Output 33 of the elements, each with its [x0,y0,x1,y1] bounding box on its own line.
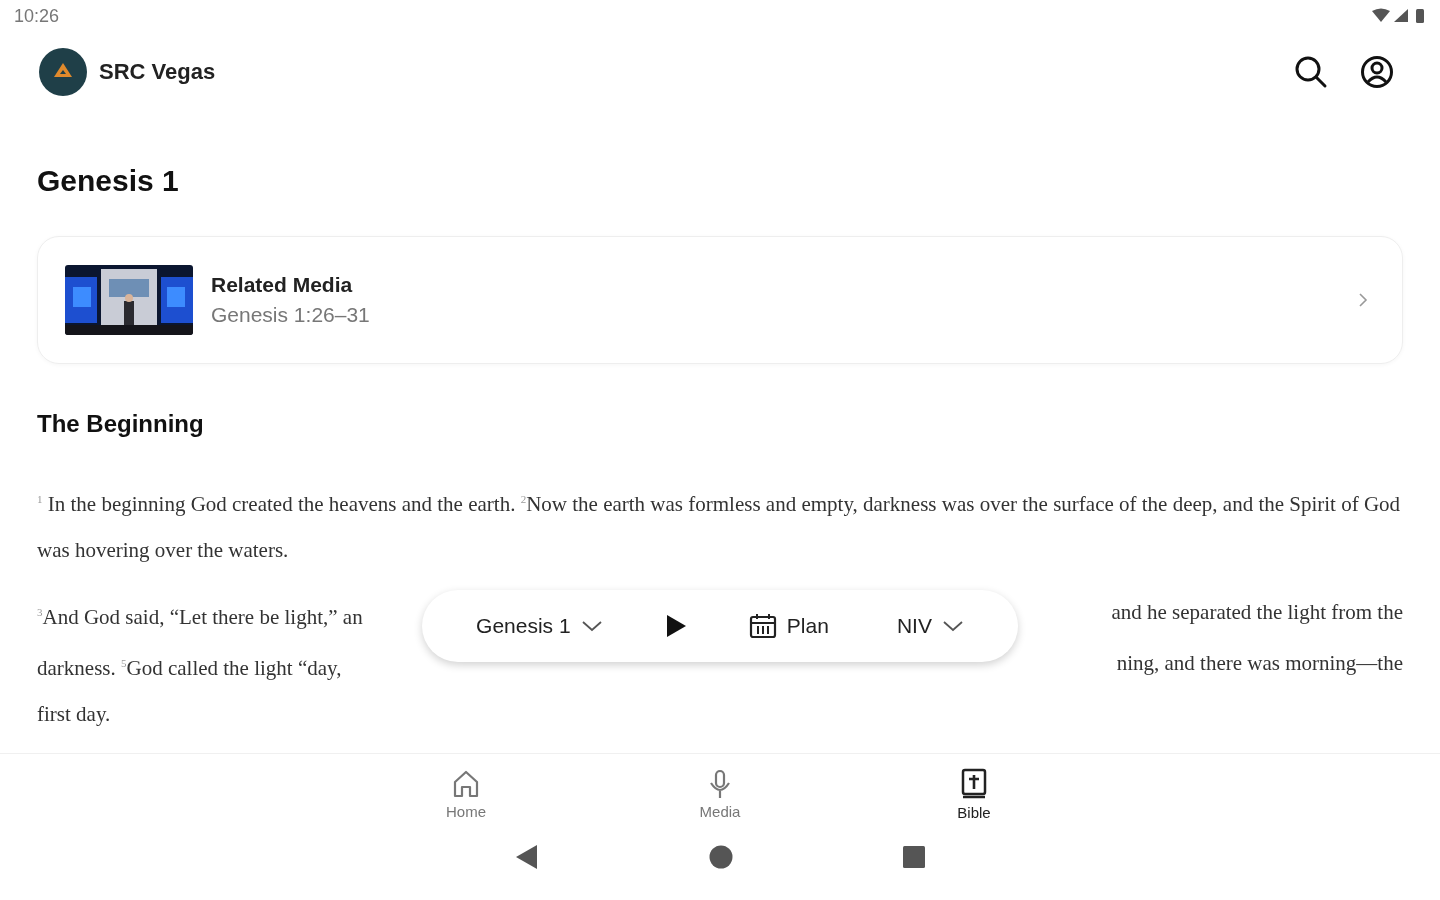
plan-button[interactable]: Plan [742,607,835,646]
verse-text: $^{1}$ In the beginning God created the heavens and the earth. $^{2}$Now the earth was formless and empty, darkness was over the surface of the deep, and the Spirit of God was hovering over the waters. [37,491,1402,565]
related-media-reference: Genesis 1:26–31 [211,303,371,328]
version-dropdown[interactable]: NIV [890,608,970,645]
app-title: SRC Vegas [99,59,216,86]
caret-icon [941,620,964,633]
verse-text: $^{3}$And God said, “Let there be light,” an [37,604,363,632]
back-icon[interactable] [515,843,539,870]
search-icon[interactable] [1294,55,1328,90]
verse-text: and he separated the light from the [1111,599,1403,627]
section-heading: The Beginning [37,410,205,439]
caret-icon [580,620,603,633]
home-icon [452,769,480,800]
related-media-card[interactable]: Related Media Genesis 1:26–31 [37,236,1403,365]
calendar-icon [748,613,777,640]
bible-tab[interactable]: Bible [942,768,1006,822]
chevron-right-icon [1358,292,1368,309]
verse-text: darkness. $^{5}$God called the light “day, [37,655,342,683]
status-icons-icon [1372,8,1426,25]
recents-icon[interactable] [903,845,925,868]
home-tab[interactable]: Home [434,769,498,821]
home-button-icon[interactable] [709,844,733,869]
account-icon[interactable] [1360,55,1394,90]
status-time: 10:26 [14,5,60,27]
bible-icon [960,768,988,801]
church-logo-icon [39,48,87,97]
play-icon[interactable] [664,614,687,639]
verse-text: first day. [37,701,111,729]
chapter-dropdown[interactable]: Genesis 1 [470,608,609,645]
chapter-title: Genesis 1 [37,164,180,199]
verse-text: ning, and there was morning—the [1116,650,1403,678]
media-tab[interactable]: Media [688,769,752,821]
related-media-title: Related Media [211,273,354,298]
